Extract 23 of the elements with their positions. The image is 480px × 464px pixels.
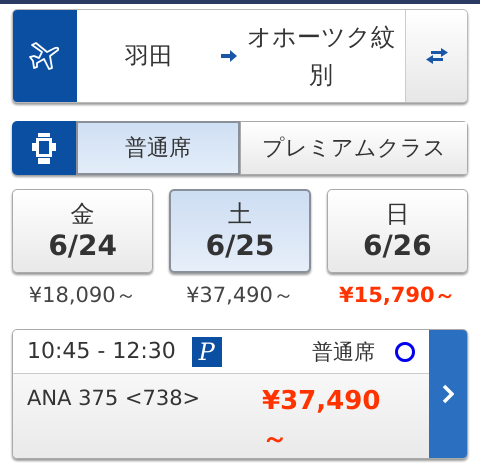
flight-card[interactable]: 10:45 - 12:30 P 普通席 ANA 375 <738> ¥37,490～ [12,329,468,459]
flight-number: ANA 375 <738> [27,385,200,412]
seat-class-tab[interactable]: 普通席 [76,121,240,175]
availability-icon [395,342,415,362]
origin-airport[interactable]: 羽田 [77,10,221,102]
seat-icon [32,131,56,165]
fare-price: ¥37,490～ [262,385,382,456]
airplane-icon [28,39,62,73]
seat-class-label: 普通席 [312,338,375,366]
premium-badge: P [192,336,222,366]
destination-airport[interactable]: オホーツク紋別 [236,18,406,94]
chevron-icon [442,384,454,404]
price-label: ¥15,790～ [338,282,456,309]
date-button[interactable]: 金 6/24 [12,189,154,273]
swap-button[interactable] [405,10,467,102]
swap-icon [424,48,449,64]
date-button[interactable]: 日 6/26 [326,189,468,273]
price-label: ¥18,090～ [28,282,137,309]
seat-class-tab[interactable]: プレミアムクラス [240,121,468,175]
arrow-icon [220,50,237,62]
flight-time: 10:45 - 12:30 [27,339,176,364]
price-label: ¥37,490～ [186,282,294,309]
date-button[interactable]: 土 6/25 [169,189,311,273]
